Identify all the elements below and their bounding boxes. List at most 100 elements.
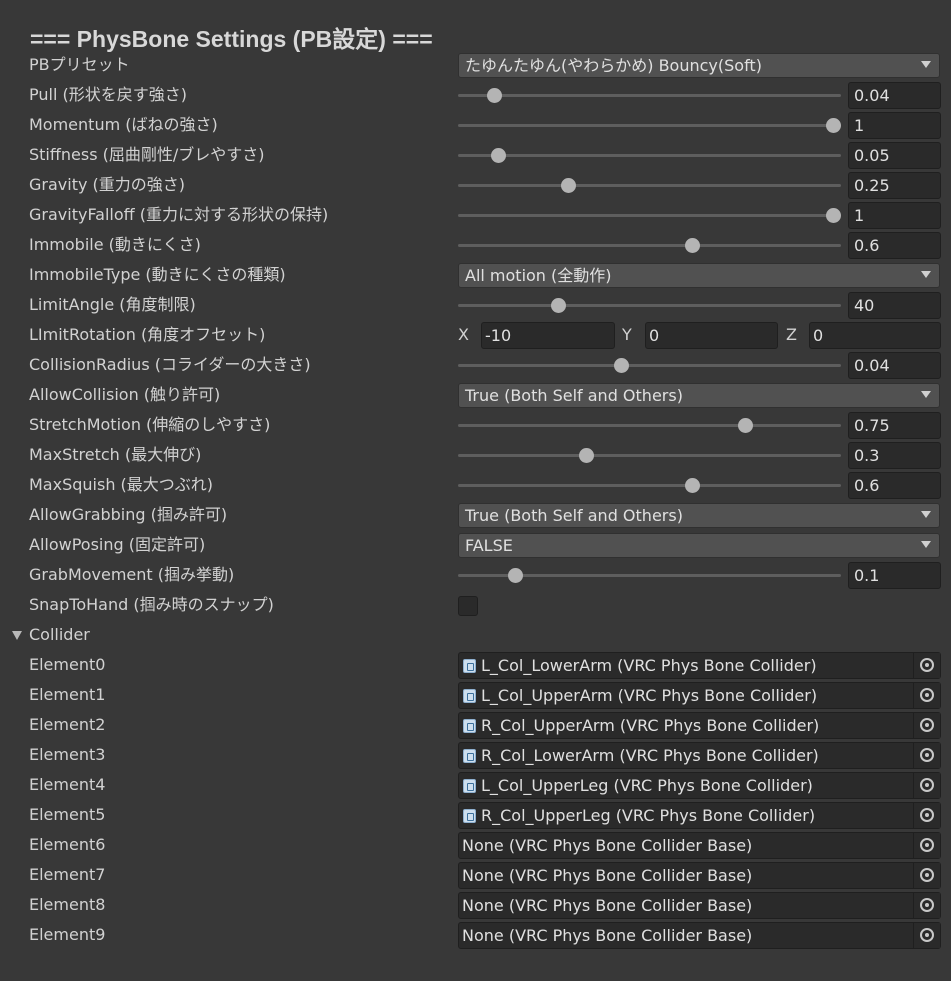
object-picker-button[interactable] xyxy=(913,773,940,798)
property-label: Stiffness (屈曲剛性/ブレやすさ) xyxy=(29,145,265,164)
element9-object-field[interactable]: None (VRC Phys Bone Collider Base) xyxy=(458,922,941,949)
maxstretch-slider-track[interactable] xyxy=(458,454,841,457)
pull-slider-thumb[interactable] xyxy=(487,88,502,103)
element6-object-field[interactable]: None (VRC Phys Bone Collider Base) xyxy=(458,832,941,859)
element8-object-field[interactable]: None (VRC Phys Bone Collider Base) xyxy=(458,892,941,919)
object-picker-button[interactable] xyxy=(913,803,940,828)
property-label: Pull (形状を戻す強さ) xyxy=(29,85,187,104)
field-value: 0.6 xyxy=(854,476,880,495)
row-element8: Element8 None (VRC Phys Bone Collider Bas… xyxy=(0,890,951,920)
stretchmotion-slider-thumb[interactable] xyxy=(738,418,753,433)
object-picker-button[interactable] xyxy=(913,653,940,678)
momentum-slider-thumb[interactable] xyxy=(826,118,841,133)
rotation-z-field[interactable]: 0 xyxy=(809,322,941,349)
row-gravityfalloff: GravityFalloff (重力に対する形状の保持) 1 xyxy=(0,200,951,230)
object-reference: None (VRC Phys Bone Collider Base) xyxy=(462,896,753,915)
collisionradius-slider-thumb[interactable] xyxy=(614,358,629,373)
grabmovement-slider-thumb[interactable] xyxy=(508,568,523,583)
element2-object-field[interactable]: R_Col_UpperArm (VRC Phys Bone Collider) xyxy=(458,712,941,739)
immobile-slider-track[interactable] xyxy=(458,244,841,247)
row-allowcollision: AllowCollision (触り許可) True (Both Self and… xyxy=(0,380,951,410)
stiffness-slider-track[interactable] xyxy=(458,154,841,157)
row-limitangle: LimitAngle (角度制限) 40 xyxy=(0,290,951,320)
maxsquish-slider-thumb[interactable] xyxy=(685,478,700,493)
row-grabmovement: GrabMovement (掴み挙動) 0.1 xyxy=(0,560,951,590)
maxsquish-value-field[interactable]: 0.6 xyxy=(848,472,941,499)
element7-object-field[interactable]: None (VRC Phys Bone Collider Base) xyxy=(458,862,941,889)
field-value: 0.05 xyxy=(854,146,890,165)
maxstretch-value-field[interactable]: 0.3 xyxy=(848,442,941,469)
gravity-slider-thumb[interactable] xyxy=(561,178,576,193)
object-picker-button[interactable] xyxy=(913,743,940,768)
limitangle-slider-track[interactable] xyxy=(458,304,841,307)
dropdown-value: たゆんたゆん(やわらかめ) Bouncy(Soft) xyxy=(465,56,762,75)
object-picker-icon-dot xyxy=(925,843,929,847)
limitangle-value-field[interactable]: 40 xyxy=(848,292,941,319)
allowgrabbing-dropdown[interactable]: True (Both Self and Others) xyxy=(458,503,940,528)
gravity-value-field[interactable]: 0.25 xyxy=(848,172,941,199)
rotation-x-field[interactable]: -10 xyxy=(481,322,615,349)
pull-slider-track[interactable] xyxy=(458,94,841,97)
gravityfalloff-slider-thumb[interactable] xyxy=(826,208,841,223)
row-collisionradius: CollisionRadius (コライダーの大きさ) 0.04 xyxy=(0,350,951,380)
dropdown-value: True (Both Self and Others) xyxy=(465,386,683,405)
gravityfalloff-slider-track[interactable] xyxy=(458,214,841,217)
rotation-y-field[interactable]: 0 xyxy=(645,322,778,349)
chevron-down-icon xyxy=(921,61,931,68)
field-value: 0 xyxy=(813,326,824,345)
field-value: 0.3 xyxy=(854,446,880,465)
momentum-value-field[interactable]: 1 xyxy=(848,112,941,139)
property-label: Element7 xyxy=(29,865,106,884)
foldout-triangle-icon[interactable] xyxy=(12,631,22,640)
section-title: === PhysBone Settings (PB設定) === xyxy=(30,26,433,52)
limitangle-slider-thumb[interactable] xyxy=(551,298,566,313)
object-picker-button[interactable] xyxy=(913,923,940,948)
object-picker-button[interactable] xyxy=(913,713,940,738)
field-value: 0.75 xyxy=(854,416,890,435)
grabmovement-value-field[interactable]: 0.1 xyxy=(848,562,941,589)
stretchmotion-slider-track[interactable] xyxy=(458,424,841,427)
maxstretch-slider-thumb[interactable] xyxy=(579,448,594,463)
physbone-settings-panel: === PhysBone Settings (PB設定) === PBプリセット… xyxy=(0,0,951,981)
gravityfalloff-value-field[interactable]: 1 xyxy=(848,202,941,229)
row-element2: Element2 R_Col_UpperArm (VRC Phys Bone Co… xyxy=(0,710,951,740)
row-element6: Element6 None (VRC Phys Bone Collider Bas… xyxy=(0,830,951,860)
property-label: Element2 xyxy=(29,715,106,734)
pb--dropdown[interactable]: たゆんたゆん(やわらかめ) Bouncy(Soft) xyxy=(458,53,940,78)
collisionradius-value-field[interactable]: 0.04 xyxy=(848,352,941,379)
allowcollision-dropdown[interactable]: True (Both Self and Others) xyxy=(458,383,940,408)
gravity-slider-track[interactable] xyxy=(458,184,841,187)
stiffness-slider-thumb[interactable] xyxy=(491,148,506,163)
element4-object-field[interactable]: L_Col_UpperLeg (VRC Phys Bone Collider) xyxy=(458,772,941,799)
element5-object-field[interactable]: R_Col_UpperLeg (VRC Phys Bone Collider) xyxy=(458,802,941,829)
property-label: Momentum (ばねの強さ) xyxy=(29,115,218,134)
element3-object-field[interactable]: R_Col_LowerArm (VRC Phys Bone Collider) xyxy=(458,742,941,769)
immobile-slider-thumb[interactable] xyxy=(685,238,700,253)
immobiletype-dropdown[interactable]: All motion (全動作) xyxy=(458,263,940,288)
property-label: Immobile (動きにくさ) xyxy=(29,235,201,254)
object-picker-button[interactable] xyxy=(913,863,940,888)
field-value: 0.25 xyxy=(854,176,890,195)
script-asset-icon xyxy=(463,809,476,823)
stiffness-value-field[interactable]: 0.05 xyxy=(848,142,941,169)
snap-to-hand-checkbox[interactable] xyxy=(458,596,478,616)
maxsquish-slider-track[interactable] xyxy=(458,484,841,487)
chevron-down-icon xyxy=(921,511,931,518)
element0-object-field[interactable]: L_Col_LowerArm (VRC Phys Bone Collider) xyxy=(458,652,941,679)
stretchmotion-value-field[interactable]: 0.75 xyxy=(848,412,941,439)
pull-value-field[interactable]: 0.04 xyxy=(848,82,941,109)
element1-object-field[interactable]: L_Col_UpperArm (VRC Phys Bone Collider) xyxy=(458,682,941,709)
momentum-slider-track[interactable] xyxy=(458,124,841,127)
field-value: 1 xyxy=(854,206,865,225)
object-picker-icon-dot xyxy=(925,693,929,697)
property-label: GravityFalloff (重力に対する形状の保持) xyxy=(29,205,329,224)
object-picker-button[interactable] xyxy=(913,893,940,918)
object-picker-button[interactable] xyxy=(913,833,940,858)
object-picker-icon-dot xyxy=(925,903,929,907)
collisionradius-slider-track[interactable] xyxy=(458,364,841,367)
object-picker-button[interactable] xyxy=(913,683,940,708)
immobile-value-field[interactable]: 0.6 xyxy=(848,232,941,259)
property-label: Gravity (重力の強さ) xyxy=(29,175,186,194)
allowposing-dropdown[interactable]: FALSE xyxy=(458,533,940,558)
script-asset-icon xyxy=(463,689,476,703)
